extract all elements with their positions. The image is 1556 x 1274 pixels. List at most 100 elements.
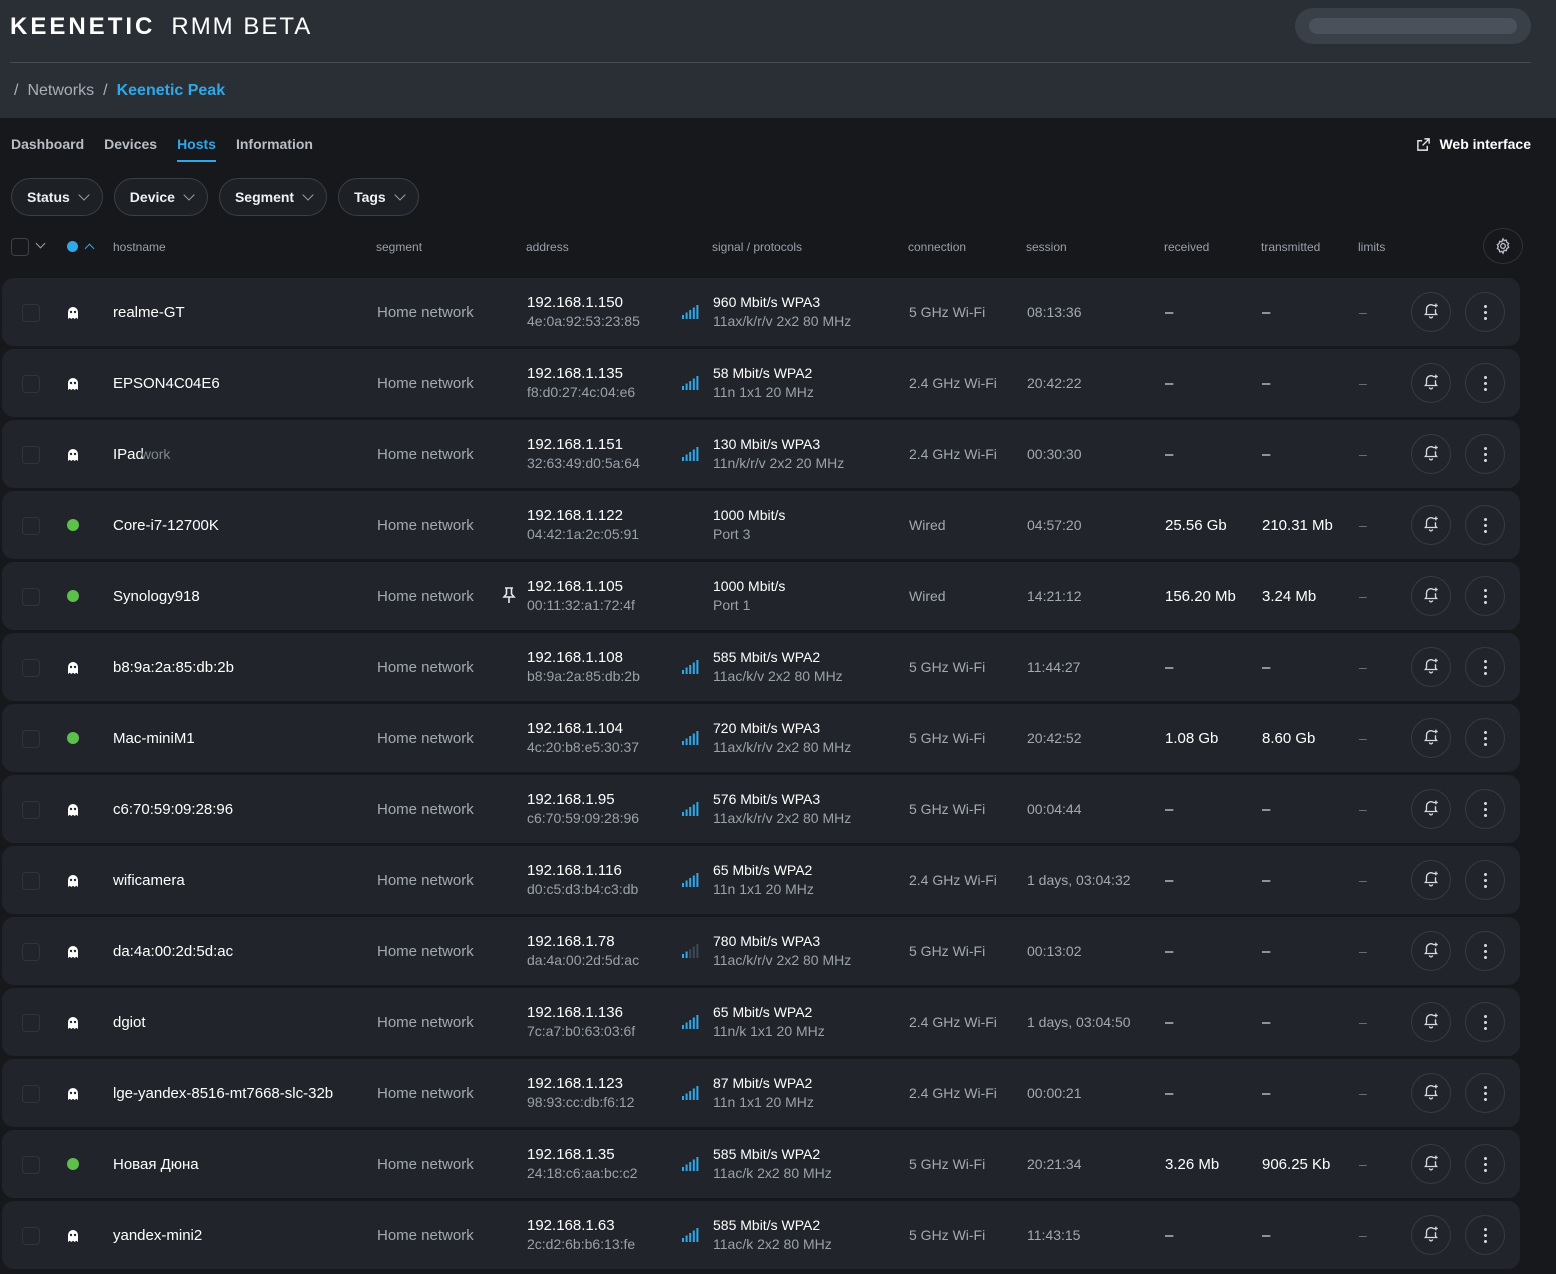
col-segment[interactable]: segment xyxy=(376,240,422,254)
hostname[interactable]: da:4a:00:2d:5d:ac xyxy=(113,943,233,960)
alert-button[interactable] xyxy=(1411,363,1451,403)
filter-tags[interactable]: Tags xyxy=(338,178,419,216)
more-button[interactable] xyxy=(1465,718,1505,758)
alert-button[interactable] xyxy=(1411,1144,1451,1184)
table-row[interactable]: c6:70:59:09:28:96 Home network 192.168.1.9… xyxy=(2,775,1520,843)
more-button[interactable] xyxy=(1465,789,1505,829)
row-checkbox[interactable] xyxy=(22,659,40,677)
table-row[interactable]: b8:9a:2a:85:db:2b Home network 192.168.1.1… xyxy=(2,633,1520,701)
table-row[interactable]: Mac-miniM1 Home network 192.168.1.104 4c:20… xyxy=(2,704,1520,772)
alert-button[interactable] xyxy=(1411,292,1451,332)
hostname[interactable]: Core-i7-12700K xyxy=(113,517,219,534)
alert-button[interactable] xyxy=(1411,789,1451,829)
tab-devices[interactable]: Devices xyxy=(104,134,157,162)
hostname[interactable]: dgiot xyxy=(113,1014,146,1031)
col-session[interactable]: session xyxy=(1026,240,1067,254)
tab-hosts[interactable]: Hosts xyxy=(177,134,216,162)
hostname[interactable]: Новая Дюна xyxy=(113,1156,199,1173)
alert-button[interactable] xyxy=(1411,1215,1451,1255)
more-button[interactable] xyxy=(1465,434,1505,474)
col-hostname[interactable]: hostname xyxy=(113,240,166,254)
hostname[interactable]: wificamera xyxy=(113,872,185,889)
breadcrumb: / Networks / Keenetic Peak xyxy=(14,80,225,102)
signal-bars-icon xyxy=(681,659,701,680)
col-limits[interactable]: limits xyxy=(1358,240,1385,254)
alert-button[interactable] xyxy=(1411,931,1451,971)
row-checkbox[interactable] xyxy=(22,1085,40,1103)
alert-button[interactable] xyxy=(1411,505,1451,545)
hostname[interactable]: lge-yandex-8516-mt7668-slc-32b xyxy=(113,1085,333,1102)
hostname[interactable]: Mac-miniM1 xyxy=(113,730,195,747)
more-button[interactable] xyxy=(1465,292,1505,332)
alert-button[interactable] xyxy=(1411,1002,1451,1042)
select-menu-chevron-icon[interactable] xyxy=(35,238,46,249)
table-row[interactable]: yandex-mini2 Home network 192.168.1.63 2c:d… xyxy=(2,1201,1520,1269)
bell-add-icon xyxy=(1422,301,1440,324)
row-checkbox[interactable] xyxy=(22,304,40,322)
alert-button[interactable] xyxy=(1411,434,1451,474)
table-row[interactable]: realme-GT Home network 192.168.1.150 4e:0a:… xyxy=(2,278,1520,346)
brand-logo[interactable]: KEENETIC RMM BETA xyxy=(10,12,312,42)
table-row[interactable]: Новая Дюна Home network 192.168.1.35 24:18:… xyxy=(2,1130,1520,1198)
hostname[interactable]: realme-GT xyxy=(113,304,185,321)
filter-status[interactable]: Status xyxy=(11,178,103,216)
tab-information[interactable]: Information xyxy=(236,134,313,162)
row-checkbox[interactable] xyxy=(22,588,40,606)
col-received[interactable]: received xyxy=(1164,240,1209,254)
table-row[interactable]: EPSON4C04E6 Home network 192.168.1.135 f8:d… xyxy=(2,349,1520,417)
hostname[interactable]: c6:70:59:09:28:96 xyxy=(113,801,233,818)
hostname[interactable]: EPSON4C04E6 xyxy=(113,375,220,392)
alert-button[interactable] xyxy=(1411,576,1451,616)
hostname[interactable]: b8:9a:2a:85:db:2b xyxy=(113,659,234,676)
hostname[interactable]: yandex-mini2 xyxy=(113,1227,202,1244)
row-checkbox[interactable] xyxy=(22,1156,40,1174)
table-row[interactable]: Synology918 Home network 192.168.1.105 00:1… xyxy=(2,562,1520,630)
row-checkbox[interactable] xyxy=(22,446,40,464)
row-checkbox[interactable] xyxy=(22,872,40,890)
col-transmitted[interactable]: transmitted xyxy=(1261,240,1320,254)
more-button[interactable] xyxy=(1465,1144,1505,1184)
more-button[interactable] xyxy=(1465,860,1505,900)
row-checkbox[interactable] xyxy=(22,801,40,819)
alert-button[interactable] xyxy=(1411,860,1451,900)
row-checkbox[interactable] xyxy=(22,375,40,393)
user-menu-button[interactable] xyxy=(1295,8,1531,44)
alert-button[interactable] xyxy=(1411,718,1451,758)
more-button[interactable] xyxy=(1465,505,1505,545)
col-connection[interactable]: connection xyxy=(908,240,966,254)
row-checkbox[interactable] xyxy=(22,943,40,961)
more-button[interactable] xyxy=(1465,363,1505,403)
sort-ascending-icon[interactable] xyxy=(84,243,95,254)
hostname[interactable]: IPadwork xyxy=(113,446,170,463)
web-interface-link[interactable]: Web interface xyxy=(1416,134,1531,154)
row-checkbox[interactable] xyxy=(22,1014,40,1032)
more-button[interactable] xyxy=(1465,1215,1505,1255)
pin-icon[interactable] xyxy=(502,586,516,609)
tab-dashboard[interactable]: Dashboard xyxy=(11,134,84,162)
more-button[interactable] xyxy=(1465,931,1505,971)
filter-segment[interactable]: Segment xyxy=(218,178,328,216)
row-checkbox[interactable] xyxy=(22,517,40,535)
more-button[interactable] xyxy=(1465,647,1505,687)
select-all-checkbox[interactable] xyxy=(11,238,29,256)
table-row[interactable]: wificamera Home network 192.168.1.116 d0:c5… xyxy=(2,846,1520,914)
col-signal[interactable]: signal / protocols xyxy=(712,240,802,254)
table-row[interactable]: lge-yandex-8516-mt7668-slc-32b Home netwo… xyxy=(2,1059,1520,1127)
hostname[interactable]: Synology918 xyxy=(113,588,200,605)
table-row[interactable]: da:4a:00:2d:5d:ac Home network 192.168.1.7… xyxy=(2,917,1520,985)
row-checkbox[interactable] xyxy=(22,1227,40,1245)
more-button[interactable] xyxy=(1465,1002,1505,1042)
breadcrumb-networks-link[interactable]: Networks xyxy=(27,82,94,100)
alert-button[interactable] xyxy=(1411,647,1451,687)
more-button[interactable] xyxy=(1465,1073,1505,1113)
status-sort-dot-icon[interactable] xyxy=(67,241,78,252)
table-settings-button[interactable] xyxy=(1483,228,1523,264)
table-row[interactable]: dgiot Home network 192.168.1.136 7c:a7:b0:6… xyxy=(2,988,1520,1056)
col-address[interactable]: address xyxy=(526,240,569,254)
alert-button[interactable] xyxy=(1411,1073,1451,1113)
table-row[interactable]: Core-i7-12700K Home network 192.168.1.122 0… xyxy=(2,491,1520,559)
filter-device[interactable]: Device xyxy=(113,178,208,216)
table-row[interactable]: IPadwork Home network 192.168.1.151 32:63:4… xyxy=(2,420,1520,488)
row-checkbox[interactable] xyxy=(22,730,40,748)
more-button[interactable] xyxy=(1465,576,1505,616)
